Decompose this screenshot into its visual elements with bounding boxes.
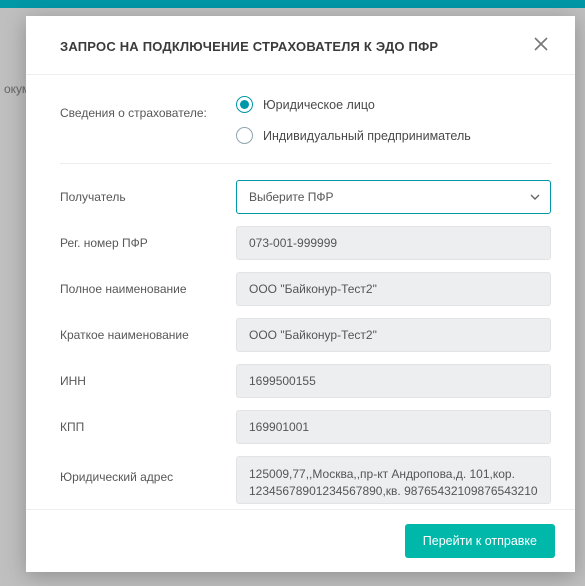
modal-title: ЗАПРОС НА ПОДКЛЮЧЕНИЕ СТРАХОВАТЕЛЯ К ЭДО…: [60, 39, 438, 54]
radio-label: Индивидуальный предприниматель: [263, 129, 471, 143]
row-reg-number: Рег. номер ПФР: [60, 226, 551, 260]
row-kpp: КПП: [60, 410, 551, 444]
close-button[interactable]: [531, 36, 551, 56]
recipient-select[interactable]: Выберите ПФР: [236, 180, 551, 214]
label-recipient: Получатель: [60, 190, 236, 204]
row-short-name: Краткое наименование: [60, 318, 551, 352]
radio-label: Юридическое лицо: [263, 98, 375, 112]
label-full-name: Полное наименование: [60, 282, 236, 296]
insurer-type-section: Сведения о страхователе: Юридическое лиц…: [60, 89, 551, 164]
label-short-name: Краткое наименование: [60, 328, 236, 342]
submit-button[interactable]: Перейти к отправке: [405, 524, 555, 558]
connection-request-modal: ЗАПРОС НА ПОДКЛЮЧЕНИЕ СТРАХОВАТЕЛЯ К ЭДО…: [26, 16, 575, 572]
radio-unchecked-icon: [236, 127, 253, 144]
row-recipient: Получатель Выберите ПФР: [60, 180, 551, 214]
radio-legal-entity[interactable]: Юридическое лицо: [236, 89, 551, 120]
inn-input[interactable]: [236, 364, 551, 398]
modal-header: ЗАПРОС НА ПОДКЛЮЧЕНИЕ СТРАХОВАТЕЛЯ К ЭДО…: [26, 16, 575, 75]
label-kpp: КПП: [60, 420, 236, 434]
close-icon: [534, 37, 548, 56]
modal-footer: Перейти к отправке: [26, 509, 575, 572]
short-name-input[interactable]: [236, 318, 551, 352]
label-inn: ИНН: [60, 374, 236, 388]
radio-checked-icon: [236, 96, 253, 113]
insurer-section-label: Сведения о страхователе:: [60, 89, 236, 151]
modal-body: Сведения о страхователе: Юридическое лиц…: [26, 75, 575, 509]
full-name-input[interactable]: [236, 272, 551, 306]
radio-individual-entrepreneur[interactable]: Индивидуальный предприниматель: [236, 120, 551, 151]
row-inn: ИНН: [60, 364, 551, 398]
label-legal-address: Юридический адрес: [60, 456, 236, 484]
row-legal-address: Юридический адрес 125009,77,,Москва,,пр-…: [60, 456, 551, 504]
row-full-name: Полное наименование: [60, 272, 551, 306]
reg-number-input[interactable]: [236, 226, 551, 260]
legal-address-input[interactable]: 125009,77,,Москва,,пр-кт Андропова,д. 10…: [236, 456, 551, 504]
kpp-input[interactable]: [236, 410, 551, 444]
label-reg-number: Рег. номер ПФР: [60, 236, 236, 250]
